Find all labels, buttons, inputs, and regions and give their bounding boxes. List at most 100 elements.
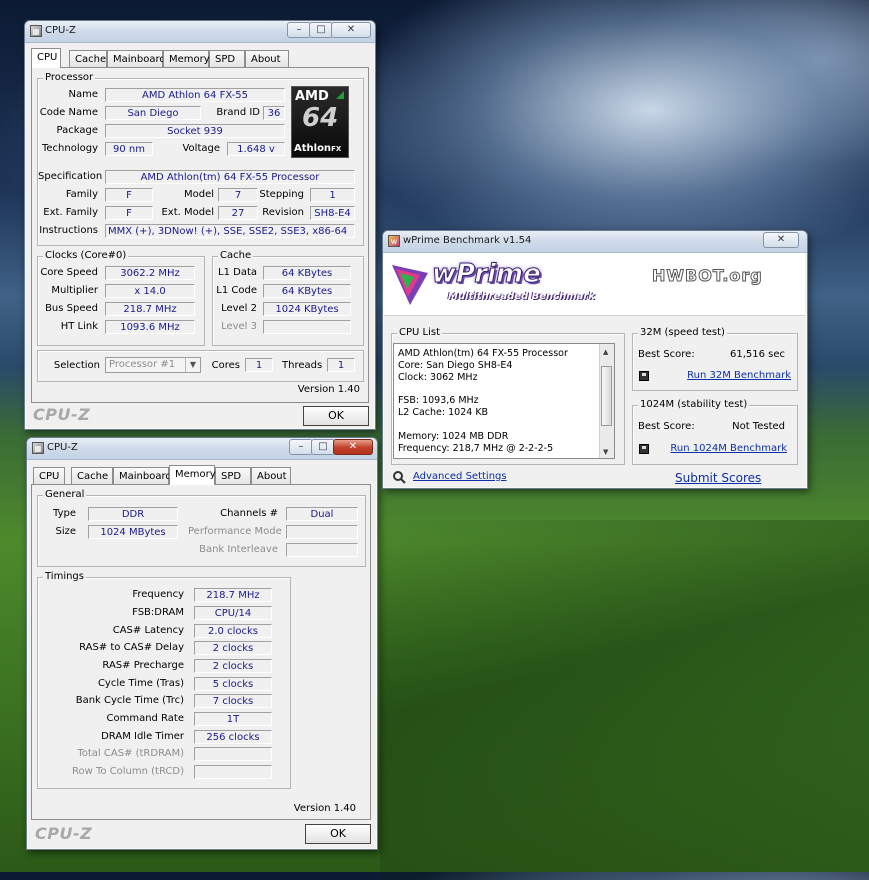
tab-cache[interactable]: Cache (71, 467, 113, 484)
close-button[interactable]: ✕ (763, 232, 799, 248)
maximize-button[interactable]: □ (309, 22, 333, 38)
wprime-logo-text: wPrime (432, 259, 542, 290)
level3-value (263, 320, 351, 334)
fx-text: FX (331, 145, 342, 153)
save-disk-icon[interactable] (639, 444, 649, 454)
clocks-group-label: Clocks (Core#0) (43, 250, 129, 261)
timing-value: 5 clocks (194, 677, 272, 691)
minimize-button[interactable]: – (287, 22, 311, 38)
advanced-settings-link[interactable]: Advanced Settings (413, 471, 507, 482)
processor-selection-dropdown[interactable]: Processor #1 ▼ (105, 357, 201, 373)
cpuz-cpu-titlebar[interactable]: ▦ CPU-Z – □ ✕ (25, 21, 375, 43)
tab-spd[interactable]: SPD (209, 50, 245, 67)
revision-value: SH8-E4 (310, 206, 355, 220)
multiplier-label: Multiplier (51, 285, 98, 296)
cpu-list-box[interactable]: AMD Athlon(tm) 64 FX-55 Processor Core: … (393, 343, 615, 459)
package-label: Package (56, 125, 98, 136)
timing-value (194, 765, 272, 779)
timing-value: 2 clocks (194, 641, 272, 655)
save-disk-icon[interactable] (639, 371, 649, 381)
ext-family-label: Ext. Family (43, 207, 98, 218)
tab-mainboard[interactable]: Mainboard (113, 467, 172, 484)
instructions-label: Instructions (39, 225, 98, 236)
ok-button[interactable]: OK (303, 406, 369, 426)
version-text: Version 1.40 (293, 803, 356, 814)
specification-value: AMD Athlon(tm) 64 FX-55 Processor (105, 170, 355, 184)
wprime-logo-icon (392, 265, 428, 305)
core-speed-value: 3062.2 MHz (105, 266, 195, 280)
selection-group: Selection Processor #1 ▼ Cores 1 Threads… (37, 350, 364, 382)
voltage-label: Voltage (182, 143, 220, 154)
cpuz-brand-logo: CPU-Z (35, 824, 93, 843)
tab-about[interactable]: About (245, 50, 289, 67)
timing-value (194, 747, 272, 761)
maximize-button[interactable]: □ (311, 439, 335, 455)
ext-model-label: Ext. Model (161, 207, 214, 218)
processor-group-label: Processor (43, 72, 96, 83)
model-label: Model (183, 189, 214, 200)
submit-scores-link[interactable]: Submit Scores (675, 471, 761, 485)
wprime-banner: wPrime Multithreaded Benchmark HWBOT.org (384, 253, 805, 316)
brandid-value: 36 (263, 106, 285, 120)
timing-label: FSB:DRAM (132, 607, 184, 618)
ok-button[interactable]: OK (305, 824, 371, 844)
tab-cpu[interactable]: CPU (33, 467, 65, 484)
ext-family-value: F (105, 206, 153, 220)
chevron-down-icon[interactable]: ▼ (185, 358, 200, 372)
timing-label: Row To Column (tRCD) (71, 766, 184, 777)
l1-code-value: 64 KBytes (263, 284, 351, 298)
tab-about[interactable]: About (251, 467, 291, 484)
run-1024m-benchmark-link[interactable]: Run 1024M Benchmark (670, 443, 787, 454)
run-32m-benchmark-link[interactable]: Run 32M Benchmark (687, 370, 791, 381)
brandid-label: Brand ID (216, 107, 260, 118)
athlon-logo-text: AthlonFX (294, 143, 341, 154)
tab-spd[interactable]: SPD (215, 467, 251, 484)
tab-memory[interactable]: Memory (169, 465, 216, 485)
close-button[interactable]: ✕ (331, 22, 371, 38)
minimize-button[interactable]: – (289, 439, 313, 455)
name-value: AMD Athlon 64 FX-55 (105, 88, 285, 102)
tab-memory[interactable]: Memory (163, 50, 210, 67)
scroll-up-icon[interactable]: ▲ (603, 346, 608, 358)
l1-data-label: L1 Data (218, 267, 257, 278)
codename-label: Code Name (39, 107, 98, 118)
level2-label: Level 2 (221, 303, 257, 314)
cpu-list-line: FSB: 1093,6 MHz (398, 395, 479, 406)
instructions-value: MMX (+), 3DNow! (+), SSE, SSE2, SSE3, x8… (105, 224, 355, 238)
tab-mainboard[interactable]: Mainboard (107, 50, 166, 67)
cpu-list-line: Clock: 3062 MHz (398, 372, 478, 383)
cpuz-cpu-window: ▦ CPU-Z – □ ✕ CPU Cache Mainboard Memory… (24, 20, 376, 430)
package-value: Socket 939 (105, 124, 285, 138)
timings-group: Timings Frequency 218.7 MHz FSB:DRAM CPU… (37, 571, 291, 789)
tab-cpu[interactable]: CPU (31, 48, 61, 68)
general-group-label: General (43, 489, 87, 500)
cpuz-app-icon: ▦ (32, 442, 44, 454)
window-title: CPU-Z (45, 25, 76, 36)
multiplier-value: x 14.0 (105, 284, 195, 298)
scroll-down-icon[interactable]: ▼ (603, 446, 608, 458)
voltage-value: 1.648 v (227, 142, 285, 156)
timing-label: DRAM Idle Timer (101, 731, 184, 742)
scrollbar-thumb[interactable] (601, 366, 612, 426)
advanced-settings-icon[interactable] (392, 470, 406, 484)
timing-value: 1T (194, 712, 272, 726)
wprime-titlebar[interactable]: w wPrime Benchmark v1.54 ✕ (383, 231, 807, 253)
name-label: Name (68, 89, 98, 100)
wprime-subtitle: Multithreaded Benchmark (448, 291, 595, 302)
speed-test-label: 32M (speed test) (638, 327, 727, 338)
hwbot-logo: HWBOT.org (652, 266, 763, 286)
l1-data-value: 64 KBytes (263, 266, 351, 280)
timing-label: Bank Cycle Time (Trc) (75, 695, 184, 706)
family-value: F (105, 188, 153, 202)
wprime-window: w wPrime Benchmark v1.54 ✕ wPrime Multit… (382, 230, 808, 489)
type-label: Type (53, 508, 76, 519)
cpuz-memory-titlebar[interactable]: ▦ CPU-Z – □ ✕ (27, 438, 377, 460)
type-value: DDR (88, 507, 178, 521)
close-button[interactable]: ✕ (333, 439, 373, 455)
cpuz-brand-logo: CPU-Z (33, 405, 91, 424)
timing-label: RAS# Precharge (102, 660, 184, 671)
level2-value: 1024 KBytes (263, 302, 351, 316)
tab-cache[interactable]: Cache (69, 50, 107, 67)
cpu-list-scrollbar[interactable]: ▲ ▼ (599, 344, 614, 458)
technology-value: 90 nm (105, 142, 153, 156)
